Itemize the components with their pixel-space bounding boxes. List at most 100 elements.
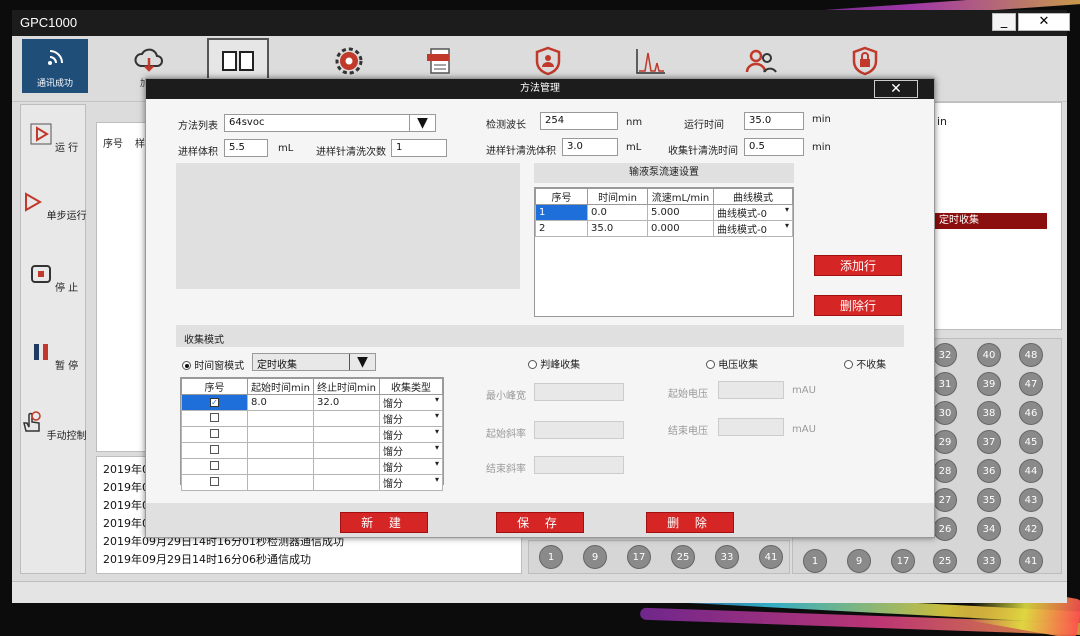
vial-position[interactable]: 41	[759, 545, 783, 569]
new-button[interactable]: 新 建	[340, 512, 428, 533]
inject-volume-input[interactable]: 5.5	[224, 139, 268, 157]
vial-position[interactable]: 33	[715, 545, 739, 569]
min-peak-width-input[interactable]	[534, 383, 624, 401]
pump-curve-select[interactable]: 曲线模式-0 ▾	[713, 220, 793, 237]
start-voltage-input[interactable]	[718, 381, 784, 399]
table-row[interactable]: 2 35.0 0.000 曲线模式-0 ▾	[535, 220, 793, 237]
dialog-close-button[interactable]: ✕	[874, 80, 918, 98]
vial-position[interactable]: 37	[977, 430, 1001, 454]
collect-type-select[interactable]: 馏分 ▾	[379, 426, 443, 443]
vial-position[interactable]: 34	[977, 517, 1001, 541]
vial-position[interactable]: 32	[933, 343, 957, 367]
vial-position[interactable]: 1	[803, 549, 827, 573]
pump-cell[interactable]: 5.000	[647, 204, 714, 221]
vial-position[interactable]: 25	[671, 545, 695, 569]
collect-cell[interactable]	[313, 458, 380, 475]
vial-position[interactable]: 41	[1019, 549, 1043, 573]
table-row[interactable]: 馏分 ▾	[181, 474, 443, 491]
needle-wash-volume-input[interactable]: 3.0	[562, 138, 618, 156]
minimize-button[interactable]: _	[992, 13, 1016, 31]
mode-peak-radio[interactable]: 判峰收集	[528, 356, 580, 371]
collect-cell[interactable]	[247, 458, 314, 475]
pump-cell[interactable]: 2	[535, 220, 588, 237]
collect-cell[interactable]: 8.0	[247, 394, 314, 411]
collect-cell[interactable]	[247, 474, 314, 491]
needle-wash-count-input[interactable]: 1	[391, 139, 447, 157]
collect-type-select[interactable]: 馏分 ▾	[379, 410, 443, 427]
vial-position[interactable]: 47	[1019, 372, 1043, 396]
collect-row-checkbox[interactable]	[181, 474, 248, 491]
step-run-button[interactable]: 单步运行	[21, 191, 87, 222]
time-window-select[interactable]: 定时收集 ▼	[252, 353, 376, 371]
vial-position[interactable]: 42	[1019, 517, 1043, 541]
end-slope-input[interactable]	[534, 456, 624, 474]
vial-position[interactable]: 40	[977, 343, 1001, 367]
table-row[interactable]: 馏分 ▾	[181, 426, 443, 443]
vial-position[interactable]: 9	[847, 549, 871, 573]
stop-button[interactable]: 停 止	[21, 263, 87, 294]
vial-position[interactable]: 26	[933, 517, 957, 541]
vial-position[interactable]: 35	[977, 488, 1001, 512]
vial-position[interactable]: 46	[1019, 401, 1043, 425]
vial-position[interactable]: 48	[1019, 343, 1043, 367]
collect-type-select[interactable]: 馏分 ▾	[379, 474, 443, 491]
collect-row-checkbox[interactable]: ✓	[181, 394, 248, 411]
vial-position[interactable]: 17	[627, 545, 651, 569]
vial-position[interactable]: 25	[933, 549, 957, 573]
vial-position[interactable]: 45	[1019, 430, 1043, 454]
method-list-select[interactable]: 64svoc ▼	[224, 114, 436, 132]
mode-none-radio[interactable]: 不收集	[844, 356, 886, 371]
start-slope-input[interactable]	[534, 421, 624, 439]
collect-type-select[interactable]: 馏分 ▾	[379, 458, 443, 475]
pump-cell[interactable]: 35.0	[587, 220, 648, 237]
delete-button[interactable]: 删 除	[646, 512, 734, 533]
collect-row-checkbox[interactable]	[181, 410, 248, 427]
vial-position[interactable]: 27	[933, 488, 957, 512]
method-button[interactable]	[207, 38, 269, 82]
collect-type-select[interactable]: 馏分 ▾	[379, 442, 443, 459]
vial-position[interactable]: 43	[1019, 488, 1043, 512]
mode-time-window-radio[interactable]: 时间窗模式	[182, 357, 244, 372]
mode-voltage-radio[interactable]: 电压收集	[706, 356, 758, 371]
wavelength-input[interactable]: 254	[540, 112, 618, 130]
table-row[interactable]: 馏分 ▾	[181, 442, 443, 459]
pump-cell[interactable]: 0.000	[647, 220, 714, 237]
table-row[interactable]: 馏分 ▾	[181, 458, 443, 475]
table-row[interactable]: 1 0.0 5.000 曲线模式-0 ▾	[535, 204, 793, 221]
collect-cell[interactable]	[313, 410, 380, 427]
collect-row-checkbox[interactable]	[181, 458, 248, 475]
collect-cell[interactable]	[313, 442, 380, 459]
vial-position[interactable]: 9	[583, 545, 607, 569]
pump-curve-select[interactable]: 曲线模式-0 ▾	[713, 204, 793, 221]
vial-position[interactable]: 38	[977, 401, 1001, 425]
vial-position[interactable]: 31	[933, 372, 957, 396]
add-row-button[interactable]: 添加行	[814, 255, 902, 276]
save-button[interactable]: 保 存	[496, 512, 584, 533]
vial-position[interactable]: 1	[539, 545, 563, 569]
vial-position[interactable]: 30	[933, 401, 957, 425]
comm-status-button[interactable]: 通讯成功	[22, 39, 88, 93]
vial-position[interactable]: 33	[977, 549, 1001, 573]
collect-cell[interactable]: 32.0	[313, 394, 380, 411]
end-voltage-input[interactable]	[718, 418, 784, 436]
pump-cell[interactable]: 0.0	[587, 204, 648, 221]
collect-wash-time-input[interactable]: 0.5	[744, 138, 804, 156]
collect-cell[interactable]	[247, 442, 314, 459]
vial-position[interactable]: 36	[977, 459, 1001, 483]
close-button[interactable]: ✕	[1018, 13, 1070, 31]
run-time-input[interactable]: 35.0	[744, 112, 804, 130]
table-row[interactable]: ✓ 8.0 32.0 馏分 ▾	[181, 394, 443, 411]
vial-position[interactable]: 29	[933, 430, 957, 454]
delete-row-button[interactable]: 删除行	[814, 295, 902, 316]
pause-button[interactable]: 暂 停	[21, 341, 87, 372]
collect-cell[interactable]	[247, 426, 314, 443]
collect-type-select[interactable]: 馏分 ▾	[379, 394, 443, 411]
vial-position[interactable]: 39	[977, 372, 1001, 396]
collect-cell[interactable]	[313, 474, 380, 491]
vial-position[interactable]: 44	[1019, 459, 1043, 483]
collect-row-checkbox[interactable]	[181, 426, 248, 443]
pump-cell[interactable]: 1	[535, 204, 588, 221]
manual-control-button[interactable]: 手动控制	[21, 411, 87, 442]
table-row[interactable]: 馏分 ▾	[181, 410, 443, 427]
collect-cell[interactable]	[247, 410, 314, 427]
